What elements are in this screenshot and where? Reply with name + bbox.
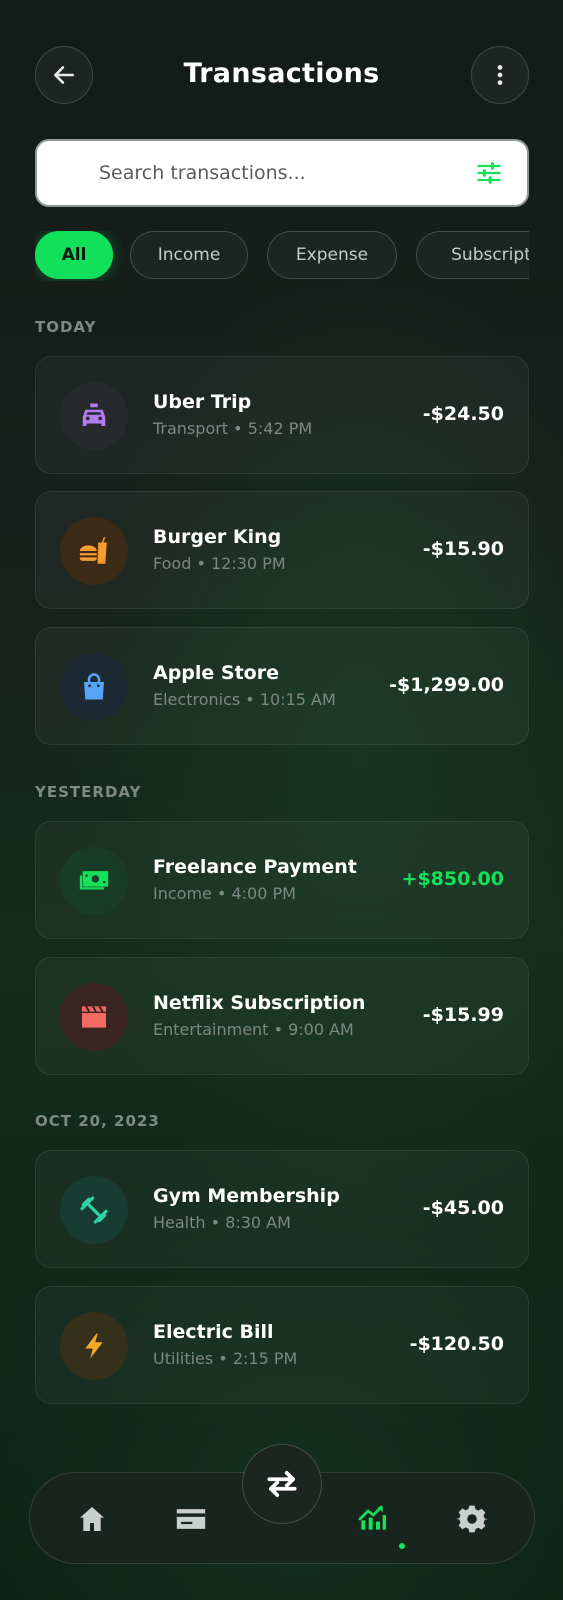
- transfer-icon: [267, 1471, 297, 1497]
- transaction-amount: -$24.50: [422, 403, 504, 425]
- lightning-icon: [85, 1333, 103, 1359]
- nav-analytics[interactable]: [352, 1499, 392, 1539]
- transaction-meta: Electronics • 10:15 AM: [153, 690, 336, 709]
- shopping-bag-icon: [84, 673, 104, 700]
- transaction-item[interactable]: Netflix Subscription Entertainment • 9:0…: [35, 957, 529, 1075]
- settings-icon: [456, 1505, 488, 1533]
- active-indicator-dot: [399, 1543, 405, 1549]
- icon-circle: [60, 1312, 128, 1380]
- vertical-dots-icon: [497, 65, 503, 85]
- transfer-button[interactable]: [242, 1444, 322, 1524]
- icon-circle: [60, 517, 128, 585]
- transaction-name: Apple Store: [153, 662, 279, 684]
- transaction-amount: -$15.99: [422, 1004, 504, 1026]
- money-icon: [79, 871, 109, 890]
- dumbbell-icon: [80, 1196, 108, 1224]
- transaction-amount: -$45.00: [422, 1197, 504, 1219]
- filter-chips: All Income Expense Subscript: [35, 231, 529, 281]
- transaction-item[interactable]: Electric Bill Utilities • 2:15 PM -$120.…: [35, 1286, 529, 1404]
- transaction-meta: Food • 12:30 PM: [153, 554, 286, 573]
- transaction-item[interactable]: Gym Membership Health • 8:30 AM -$45.00: [35, 1150, 529, 1268]
- transaction-item[interactable]: Burger King Food • 12:30 PM -$15.90: [35, 491, 529, 609]
- transaction-meta: Utilities • 2:15 PM: [153, 1349, 298, 1368]
- section-label-today: TODAY: [35, 318, 97, 336]
- transaction-name: Freelance Payment: [153, 856, 357, 878]
- clapperboard-icon: [82, 1005, 106, 1028]
- filter-button[interactable]: [475, 159, 503, 191]
- nav-home[interactable]: [72, 1499, 112, 1539]
- icon-circle: [60, 983, 128, 1051]
- taxi-icon: [82, 403, 106, 426]
- fast-food-icon: [79, 536, 107, 564]
- transaction-item[interactable]: Uber Trip Transport • 5:42 PM -$24.50: [35, 356, 529, 474]
- transaction-meta: Income • 4:00 PM: [153, 884, 296, 903]
- transaction-item[interactable]: Apple Store Electronics • 10:15 AM -$1,2…: [35, 627, 529, 745]
- icon-circle: [60, 1176, 128, 1244]
- nav-cards[interactable]: [171, 1499, 211, 1539]
- chip-subscriptions[interactable]: Subscript: [416, 231, 529, 279]
- transaction-meta: Entertainment • 9:00 AM: [153, 1020, 354, 1039]
- transaction-amount: -$120.50: [409, 1333, 504, 1355]
- search-bar: [35, 139, 529, 207]
- chart-icon: [358, 1505, 386, 1530]
- card-icon: [176, 1509, 206, 1529]
- transaction-name: Uber Trip: [153, 391, 252, 413]
- transaction-name: Electric Bill: [153, 1321, 274, 1343]
- transaction-name: Burger King: [153, 526, 282, 548]
- section-label-oct-20: OCT 20, 2023: [35, 1112, 160, 1130]
- sliders-icon: [477, 162, 501, 184]
- transaction-name: Netflix Subscription: [153, 992, 366, 1014]
- more-options-button[interactable]: [471, 46, 529, 104]
- transaction-meta: Transport • 5:42 PM: [153, 419, 313, 438]
- chip-all[interactable]: All: [35, 231, 113, 279]
- transaction-item[interactable]: Freelance Payment Income • 4:00 PM +$850…: [35, 821, 529, 939]
- transaction-amount: -$1,299.00: [389, 674, 504, 696]
- chip-expense[interactable]: Expense: [267, 231, 397, 279]
- icon-circle: [60, 653, 128, 721]
- transaction-meta: Health • 8:30 AM: [153, 1213, 291, 1232]
- app-header: Transactions: [0, 0, 563, 150]
- nav-settings[interactable]: [452, 1499, 492, 1539]
- search-input[interactable]: [99, 141, 459, 205]
- transaction-name: Gym Membership: [153, 1185, 340, 1207]
- chip-income[interactable]: Income: [130, 231, 248, 279]
- transaction-amount: +$850.00: [401, 868, 504, 890]
- home-icon: [80, 1507, 104, 1531]
- icon-circle: [60, 847, 128, 915]
- icon-circle: [60, 382, 128, 450]
- transaction-amount: -$15.90: [422, 538, 504, 560]
- section-label-yesterday: YESTERDAY: [35, 783, 142, 801]
